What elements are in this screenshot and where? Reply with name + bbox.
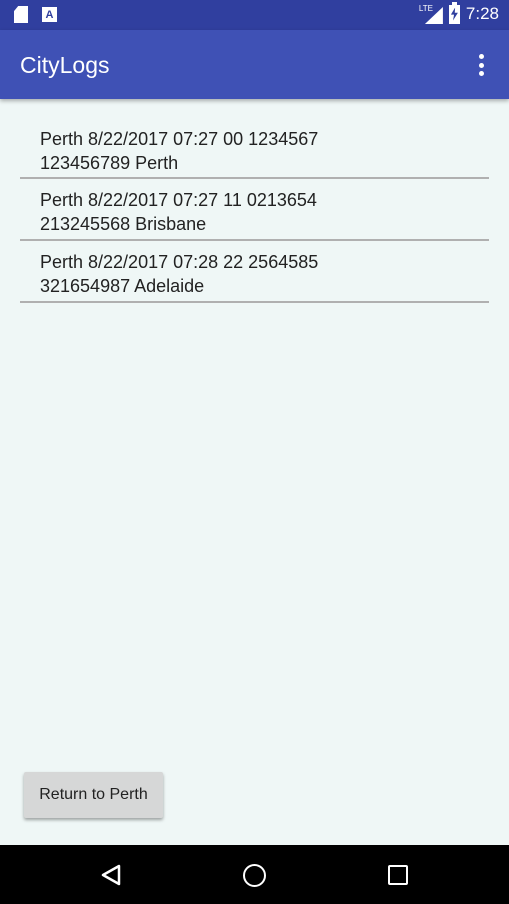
app-bar: CityLogs (0, 30, 509, 99)
log-line-2: 213245568 Brisbane (40, 214, 207, 234)
app-title: CityLogs (20, 52, 110, 78)
list-item[interactable]: Perth 8/22/2017 07:28 22 2564585 3216549… (20, 241, 489, 303)
back-icon[interactable] (101, 864, 121, 886)
home-icon[interactable] (243, 864, 266, 887)
log-line-2: 321654987 Adelaide (40, 276, 205, 296)
list-item[interactable]: Perth 8/22/2017 07:27 11 0213654 2132455… (20, 179, 489, 241)
more-vert-icon[interactable] (471, 54, 491, 76)
sd-card-icon (14, 6, 28, 23)
log-line-1: Perth 8/22/2017 07:28 22 2564585 (40, 252, 319, 272)
system-icons: LTE 7:28 (418, 1, 499, 24)
status-bar: A LTE 7:28 (0, 0, 509, 30)
log-list: Perth 8/22/2017 07:27 00 1234567 1234567… (20, 118, 489, 303)
a-notification-icon: A (42, 7, 57, 22)
network-type: LTE (418, 4, 433, 13)
signal-icon: LTE (418, 4, 443, 24)
return-to-perth-button[interactable]: Return to Perth (24, 772, 163, 818)
log-line-2: 123456789 Perth (40, 153, 179, 173)
status-time: 7:28 (465, 4, 499, 23)
battery-charging-icon (448, 1, 460, 24)
recents-icon[interactable] (388, 865, 408, 885)
log-line-1: Perth 8/22/2017 07:27 11 0213654 (40, 190, 317, 210)
notification-icons: A (14, 6, 57, 23)
log-line-1: Perth 8/22/2017 07:27 00 1234567 (40, 129, 319, 149)
navigation-bar (0, 845, 509, 904)
list-item[interactable]: Perth 8/22/2017 07:27 00 1234567 1234567… (20, 118, 489, 179)
